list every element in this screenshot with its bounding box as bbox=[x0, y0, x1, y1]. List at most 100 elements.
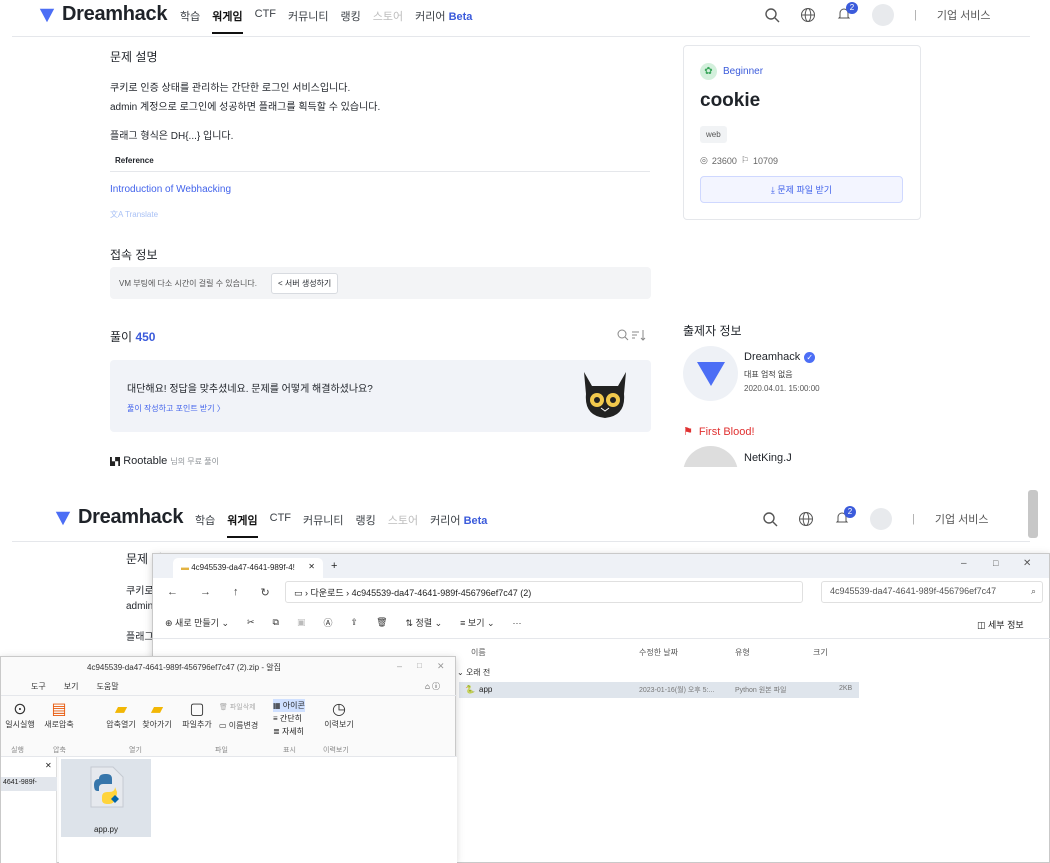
tree-close-icon[interactable]: ✕ bbox=[45, 761, 52, 770]
cut-icon[interactable]: ✂ bbox=[247, 617, 255, 628]
enterprise-link-bottom[interactable]: 기업 서비스 bbox=[935, 511, 989, 527]
alzip-open-button[interactable]: ▰ 압축열기 bbox=[103, 699, 139, 730]
write-solution-link[interactable]: 풀이 작성하고 포인트 받기 〉 bbox=[127, 403, 225, 414]
nav-item-community[interactable]: 커뮤니티 bbox=[288, 8, 328, 34]
desc-partial-2: admin bbox=[126, 601, 154, 612]
translate-link[interactable]: 文A Translate bbox=[110, 209, 158, 220]
view-simple-option[interactable]: ≡ 간단히 bbox=[273, 712, 305, 725]
nav-item-ctf[interactable]: CTF bbox=[255, 8, 276, 34]
breadcrumb-downloads[interactable]: 다운로드 bbox=[311, 588, 344, 598]
user-avatar-bottom[interactable] bbox=[870, 508, 892, 530]
view-icon-option[interactable]: ▦ 아이콘 bbox=[273, 699, 305, 712]
nav-item-ranking-b[interactable]: 랭킹 bbox=[356, 512, 376, 538]
tag-web[interactable]: web bbox=[700, 126, 727, 143]
reference-link[interactable]: Introduction of Webhacking bbox=[110, 184, 231, 195]
tab-close-icon[interactable]: ✕ bbox=[308, 562, 315, 571]
enterprise-link[interactable]: 기업 서비스 bbox=[937, 7, 991, 23]
new-tab-button[interactable]: + bbox=[331, 560, 337, 572]
globe-icon[interactable] bbox=[800, 7, 816, 23]
nav-item-career[interactable]: 커리어 Beta bbox=[415, 8, 472, 34]
alzip-maximize-icon[interactable]: □ bbox=[417, 661, 422, 670]
view-button[interactable]: ≡ 보기 ⌄ bbox=[460, 616, 494, 629]
forward-icon[interactable]: → bbox=[200, 586, 211, 599]
author-avatar[interactable] bbox=[683, 346, 738, 401]
up-icon[interactable]: ↑ bbox=[233, 586, 239, 599]
view-label: 보기 bbox=[467, 618, 485, 628]
address-bar[interactable]: ▭ › 다운로드 › 4c945539-da47-4641-989f-45679… bbox=[285, 581, 803, 603]
alzip-help-icons[interactable]: ⌂ ⓘ bbox=[425, 681, 440, 692]
alzip-find-button[interactable]: ▰ 찾아가기 bbox=[139, 699, 175, 730]
logo[interactable]: Dreamhack bbox=[38, 3, 167, 26]
rename-icon[interactable]: Ⓐ bbox=[324, 616, 333, 629]
nav-item-learn-b[interactable]: 학습 bbox=[195, 512, 215, 538]
paste-icon[interactable]: ▣ bbox=[297, 617, 306, 628]
col-type[interactable]: 유형 bbox=[735, 647, 750, 658]
page-scrollbar[interactable] bbox=[1028, 490, 1038, 538]
search-sort-icon[interactable] bbox=[617, 328, 649, 342]
refresh-icon[interactable]: ↻ bbox=[261, 586, 270, 599]
minimize-icon[interactable]: – bbox=[961, 558, 967, 569]
view-simple-label: 간단히 bbox=[279, 714, 302, 723]
alzip-history-button[interactable]: ◷ 이력보기 bbox=[319, 699, 359, 730]
first-blood-avatar[interactable] bbox=[683, 446, 738, 467]
nav-item-wargame-b[interactable]: 워게임 bbox=[227, 512, 258, 538]
alzip-menu-help[interactable]: 도움말 bbox=[96, 681, 118, 692]
alzip-menu-view[interactable]: 보기 bbox=[64, 681, 79, 692]
globe-icon-bottom[interactable] bbox=[798, 511, 814, 527]
file-row-app[interactable]: 🐍 app 2023-01-16(월) 오후 5:... Python 원본 파… bbox=[459, 682, 859, 698]
author-name[interactable]: Dreamhack bbox=[744, 351, 800, 363]
breadcrumb-folder[interactable]: 4c945539-da47-4641-989f-456796ef7c47 (2) bbox=[352, 588, 532, 598]
nav-item-store[interactable]: 스토어 bbox=[373, 8, 403, 34]
explorer-tab[interactable]: ▬ 4c945539-da47-4641-989f-4! ✕ bbox=[173, 558, 323, 578]
notification-bell-bottom[interactable]: 2 bbox=[834, 505, 856, 529]
alzip-delete-button[interactable]: 🗑 파일삭제 bbox=[219, 702, 256, 712]
col-name[interactable]: 이름 bbox=[471, 647, 486, 658]
delete-icon[interactable]: 🗑 bbox=[376, 617, 387, 628]
search-icon-bottom[interactable] bbox=[762, 511, 778, 527]
nav-item-learn[interactable]: 학습 bbox=[180, 8, 200, 34]
search-icon[interactable] bbox=[764, 7, 780, 23]
dreamhack-avatar-icon bbox=[697, 362, 725, 386]
maximize-icon[interactable]: □ bbox=[993, 558, 998, 568]
nav-item-community-b[interactable]: 커뮤니티 bbox=[303, 512, 343, 538]
nav-item-wargame[interactable]: 워게임 bbox=[212, 8, 243, 34]
logo-bottom[interactable]: Dreamhack bbox=[54, 506, 183, 529]
alzip-run-button[interactable]: ⊙ 일시실행 bbox=[3, 699, 37, 730]
nav-item-career-b[interactable]: 커리어 Beta bbox=[430, 512, 487, 538]
alzip-add-button[interactable]: ▢ 파일추가 bbox=[179, 699, 215, 730]
first-blood-name[interactable]: NetKing.J bbox=[744, 452, 792, 464]
col-date[interactable]: 수정한 날짜 bbox=[639, 647, 678, 658]
close-window-icon[interactable]: ✕ bbox=[1023, 558, 1031, 569]
share-icon-explorer[interactable]: ⇪ bbox=[351, 617, 359, 628]
back-icon[interactable]: ← bbox=[167, 586, 178, 599]
notification-badge-bottom: 2 bbox=[844, 505, 856, 518]
solves-count: 10709 bbox=[752, 155, 778, 166]
alzip-menu-tools[interactable]: 도구 bbox=[31, 681, 46, 692]
author-sub: 대표 업적 없음 bbox=[744, 370, 793, 379]
copy-icon[interactable]: ⧉ bbox=[273, 617, 279, 628]
alzip-minimize-icon[interactable]: – bbox=[397, 661, 402, 671]
alzip-close-icon[interactable]: ✕ bbox=[437, 661, 445, 672]
download-button[interactable]: ⤓ 문제 파일 받기 bbox=[700, 176, 903, 203]
solutions-title: 풀이 450 bbox=[110, 328, 155, 345]
new-button[interactable]: ⊕ 새로 만들기 ⌄ bbox=[165, 616, 229, 629]
create-server-button[interactable]: < 서버 생성하기 bbox=[271, 273, 339, 294]
alzip-file-tile[interactable]: app.py bbox=[61, 759, 151, 837]
explorer-search-box[interactable]: 4c945539-da47-4641-989f-456796ef7c47 ⌕ bbox=[821, 581, 1043, 603]
group-header[interactable]: ⌄ 오래 전 bbox=[457, 667, 490, 678]
tree-item[interactable]: 4641-989f- bbox=[1, 777, 57, 791]
rootable-row[interactable]: ▚ Rootable 님의 무료 풀이 bbox=[110, 455, 219, 467]
more-button[interactable]: ··· bbox=[513, 618, 522, 628]
col-size[interactable]: 크기 bbox=[813, 647, 828, 658]
group-label: 오래 전 bbox=[465, 668, 491, 677]
user-avatar[interactable] bbox=[872, 4, 894, 26]
nav-item-ctf-b[interactable]: CTF bbox=[270, 512, 291, 538]
details-button[interactable]: ◫ 세부 정보 bbox=[977, 618, 1024, 631]
alzip-new-zip-button[interactable]: ▤ 새로압축 bbox=[41, 699, 77, 730]
view-detail-option[interactable]: ≣ 자세히 bbox=[273, 725, 305, 738]
alzip-rename-button[interactable]: ▭ 이름변경 bbox=[219, 720, 258, 731]
nav-item-ranking[interactable]: 랭킹 bbox=[341, 8, 361, 34]
nav-item-store-b[interactable]: 스토어 bbox=[388, 512, 418, 538]
sort-button[interactable]: ⇅ 정렬 ⌄ bbox=[406, 616, 443, 629]
notification-bell[interactable]: 2 bbox=[836, 1, 858, 25]
